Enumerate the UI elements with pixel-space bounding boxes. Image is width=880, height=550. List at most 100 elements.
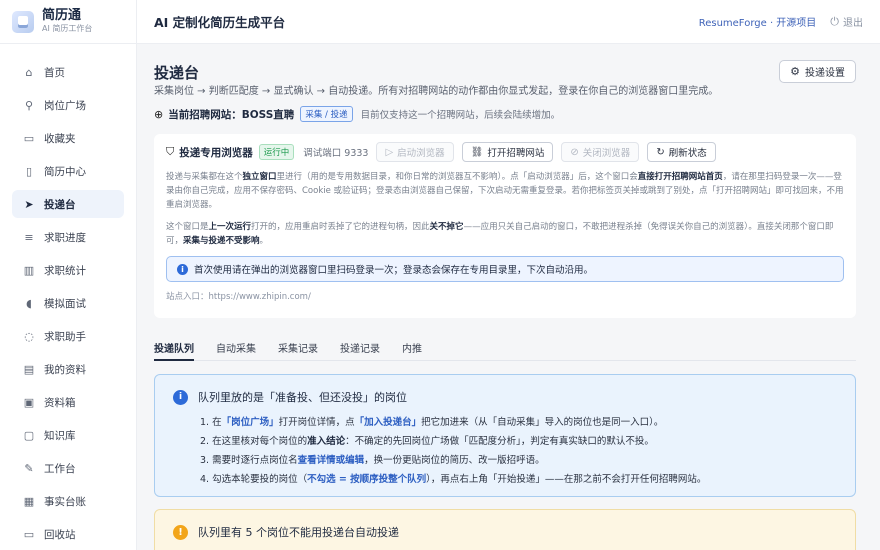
- delivery-settings-button[interactable]: ⚙ 投递设置: [779, 60, 856, 83]
- queue-step: 4. 勾选本轮要投的岗位（不勾选 = 按顺序投整个队列），再点右上角「开始投递」…: [200, 474, 707, 485]
- tab-delivery-queue[interactable]: 投递队列: [154, 330, 194, 361]
- chat-icon: ◌: [24, 329, 34, 343]
- link-icon: ⛓: [470, 146, 484, 158]
- folder-icon: ▭: [23, 131, 35, 145]
- sort-icon: ≡: [24, 230, 34, 244]
- sidebar-item-ledger[interactable]: ▦ 事实台账: [12, 487, 124, 515]
- sidebar-item-job-plaza[interactable]: ⚲ 岗位广场: [12, 91, 124, 119]
- sidebar-item-mock-interview[interactable]: ◖ 模拟面试: [12, 289, 124, 317]
- brand-subtitle: AI 简历工作台: [42, 24, 93, 33]
- top-bar: AI 定制化简历生成平台 ResumeForge · 开源项目 ⏻ 退出: [137, 0, 880, 44]
- tab-auto-collect[interactable]: 自动采集: [216, 330, 256, 360]
- sidebar-nav: ⌂ 首页 ⚲ 岗位广场 ▭ 收藏夹 ▯ 简历中心 ➤ 投递台 ≡ 求职进度 ▥ 求职统计 ◖ 模…: [0, 44, 136, 548]
- sidebar-item-label: 收藏夹: [44, 132, 76, 145]
- home-icon: ⌂: [25, 65, 33, 79]
- current-site-label: 当前招聘网站：BOSS直聘: [168, 108, 295, 121]
- delivery-settings-label: 投递设置: [805, 68, 845, 79]
- info-icon: i: [173, 389, 188, 405]
- sidebar-item-label: 工作台: [44, 462, 76, 475]
- status-badge: 运行中: [258, 144, 295, 160]
- queue-step: 2. 在这里核对每个岗位的准入结论：不确定的先回岗位广场做「匹配度分析」，判定有…: [200, 436, 654, 447]
- sidebar-item-label: 模拟面试: [44, 297, 86, 310]
- shield-icon: ⛉: [166, 145, 175, 158]
- site-note: 目前仅支持这一个招聘网站，后续会陆续增加。: [360, 110, 561, 121]
- globe-icon: ⊕: [154, 107, 164, 121]
- logout-button[interactable]: ⏻ 退出: [830, 14, 863, 30]
- sidebar-item-delivery[interactable]: ➤ 投递台: [12, 190, 124, 218]
- sidebar-item-trash[interactable]: ▭ 回收站: [12, 520, 124, 548]
- ledger-icon: ▦: [23, 494, 35, 508]
- sidebar-item-label: 简历中心: [44, 165, 86, 178]
- warning-icon: !: [173, 524, 188, 540]
- trash-icon: ▭: [23, 527, 35, 541]
- brand-name: 简历通: [42, 8, 82, 23]
- queue-info-title: 队列里放的是「准备投、但还没投」的岗位: [198, 391, 407, 404]
- sidebar-item-stats[interactable]: ▥ 求职统计: [12, 256, 124, 284]
- tab-collect-records[interactable]: 采集记录: [278, 330, 318, 360]
- sidebar-item-favorites[interactable]: ▭ 收藏夹: [12, 124, 124, 152]
- sidebar-item-knowledge[interactable]: ▢ 知识库: [12, 421, 124, 449]
- debug-port: 调试端口 9333: [303, 148, 369, 159]
- sidebar-item-label: 我的资料: [44, 363, 86, 376]
- queue-info-box: i 队列里放的是「准备投、但还没投」的岗位 1. 在「岗位广场」打开岗位详情，点…: [154, 374, 856, 497]
- tab-referral[interactable]: 内推: [402, 330, 422, 360]
- close-browser-button[interactable]: ⊘ 关闭浏览器: [561, 142, 640, 162]
- browser-card: ⛉ 投递专用浏览器 运行中 调试端口 9333 ▷ 启动浏览器 ⛓ 打开招聘网站 ⊘…: [154, 134, 856, 318]
- wrench-icon: ✎: [24, 461, 34, 475]
- sidebar-item-assistant[interactable]: ◌ 求职助手: [12, 322, 124, 350]
- bar-chart-icon: ▥: [23, 263, 35, 277]
- queue-step: 3. 需要时逐行点岗位名查看详情或编辑，换一份更贴岗位的简历、改一版招呼语。: [200, 455, 545, 466]
- sidebar-item-label: 求职助手: [44, 330, 86, 343]
- sidebar-item-resume-center[interactable]: ▯ 简历中心: [12, 157, 124, 185]
- site-capability-tag: 采集 / 投递: [300, 106, 353, 122]
- info-icon: i: [177, 263, 188, 275]
- refresh-status-button[interactable]: ↻ 刷新状态: [647, 142, 716, 162]
- sidebar-item-home[interactable]: ⌂ 首页: [12, 58, 124, 86]
- delivery-tabs: 投递队列 自动采集 采集记录 投递记录 内推: [154, 330, 856, 361]
- main-content: 投递台 采集岗位 → 判断匹配度 → 显式确认 → 自动投递。所有对招聘网站的动…: [137, 44, 880, 550]
- sidebar-item-label: 求职统计: [44, 264, 86, 277]
- brand[interactable]: 简历通 AI 简历工作台: [0, 0, 136, 44]
- logout-label: 退出: [843, 18, 863, 29]
- open-site-label: 打开招聘网站: [487, 148, 545, 159]
- current-site-row: ⊕ 当前招聘网站：BOSS直聘 采集 / 投递 目前仅支持这一个招聘网站，后续会…: [154, 106, 560, 122]
- sidebar-item-progress[interactable]: ≡ 求职进度: [12, 223, 124, 251]
- refresh-icon: ↻: [656, 146, 665, 158]
- login-info-bar: i 首次使用请在弹出的浏览器窗口里扫码登录一次；登录态会保存在专用目录里，下次自…: [166, 256, 844, 282]
- repo-link[interactable]: ResumeForge · 开源项目: [699, 14, 817, 29]
- close-browser-label: 关闭浏览器: [582, 148, 631, 159]
- sidebar: 简历通 AI 简历工作台 ⌂ 首页 ⚲ 岗位广场 ▭ 收藏夹 ▯ 简历中心 ➤ 投递台 ≡…: [0, 0, 137, 550]
- archive-icon: ▣: [23, 395, 35, 409]
- browser-description: 投递与采集都在这个独立窗口里进行（用的是专用数据目录，和你日常的浏览器互不影响）…: [166, 172, 844, 210]
- site-entry: 站点入口：https://www.zhipin.com/: [166, 292, 311, 302]
- id-card-icon: ▤: [23, 362, 35, 376]
- sidebar-item-label: 资料箱: [44, 396, 76, 409]
- page-description: 采集岗位 → 判断匹配度 → 显式确认 → 自动投递。所有对招聘网站的动作都由你…: [154, 86, 719, 97]
- sidebar-item-label: 岗位广场: [44, 99, 86, 112]
- gear-icon: ⚙: [790, 65, 800, 78]
- refresh-status-label: 刷新状态: [668, 148, 707, 159]
- start-browser-button[interactable]: ▷ 启动浏览器: [376, 142, 454, 162]
- sidebar-item-label: 事实台账: [44, 495, 86, 508]
- sidebar-item-label: 首页: [44, 66, 65, 79]
- app-title: AI 定制化简历生成平台: [154, 15, 286, 30]
- queue-warning-box: ! 队列里有 5 个岗位不能用投递台自动投递: [154, 509, 856, 550]
- sidebar-item-label: 投递台: [44, 198, 76, 211]
- sidebar-item-my-profile[interactable]: ▤ 我的资料: [12, 355, 124, 383]
- play-icon: ▷: [385, 146, 394, 158]
- sidebar-item-label: 回收站: [44, 528, 76, 541]
- sidebar-item-label: 求职进度: [44, 231, 86, 244]
- sidebar-item-workbench[interactable]: ✎ 工作台: [12, 454, 124, 482]
- browser-card-title: 投递专用浏览器: [179, 146, 253, 159]
- brand-logo-icon: [12, 10, 34, 33]
- document-icon: ▯: [25, 164, 33, 178]
- queue-warning-title: 队列里有 5 个岗位不能用投递台自动投递: [198, 526, 399, 539]
- browser-stale-note: 这个窗口是上一次运行打开的，应用重启时丢掉了它的进程句柄，因此关不掉它——应用只…: [166, 222, 834, 246]
- stop-icon: ⊘: [570, 146, 579, 158]
- login-info-text: 首次使用请在弹出的浏览器窗口里扫码登录一次；登录态会保存在专用目录里，下次自动沿…: [194, 265, 594, 276]
- book-icon: ▢: [23, 428, 35, 442]
- sidebar-item-archive[interactable]: ▣ 资料箱: [12, 388, 124, 416]
- sidebar-item-label: 知识库: [44, 429, 76, 442]
- open-site-button[interactable]: ⛓ 打开招聘网站: [461, 142, 554, 162]
- tab-delivery-records[interactable]: 投递记录: [340, 330, 380, 360]
